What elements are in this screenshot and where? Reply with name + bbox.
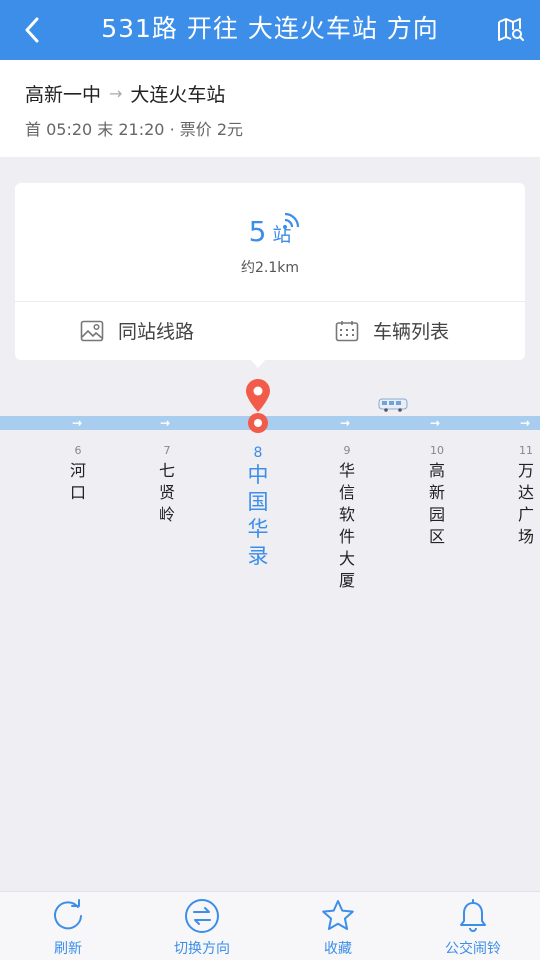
station-item[interactable]: 9 华信软件大厦 — [335, 444, 359, 592]
bus-alarm-label: 公交闹铃 — [413, 938, 533, 958]
station-name: 万达广场 — [514, 460, 538, 548]
location-pin-icon — [244, 379, 272, 413]
vehicle-list-button[interactable]: 车辆列表 — [335, 301, 449, 360]
current-station-marker — [248, 413, 268, 433]
refresh-icon — [50, 898, 86, 934]
station-index: 10 — [425, 444, 449, 458]
map-button[interactable] — [494, 13, 528, 47]
direction-arrow: → — [430, 416, 440, 430]
station-name: 华信软件大厦 — [335, 460, 359, 592]
station-item-current[interactable]: 8 中国华录 — [244, 444, 272, 570]
switch-direction-button[interactable]: 切换方向 — [142, 892, 262, 960]
realtime-signal-icon — [281, 209, 303, 231]
image-map-icon — [80, 320, 104, 342]
station-index: 7 — [155, 444, 179, 458]
station-item[interactable]: 6 河口 — [66, 444, 90, 504]
route-origin: 高新一中 — [25, 80, 101, 107]
direction-arrow: → — [340, 416, 350, 430]
route-arrow: → — [109, 84, 122, 103]
top-bar: 531路 开往 大连火车站 方向 — [0, 0, 540, 60]
chevron-left-icon — [24, 17, 40, 43]
direction-arrow: → — [160, 416, 170, 430]
switch-direction-label: 切换方向 — [142, 938, 262, 958]
station-item[interactable]: 11 万达广场 — [514, 444, 538, 548]
page-title: 531路 开往 大连火车站 方向 — [60, 0, 480, 60]
station-name: 河口 — [66, 460, 90, 504]
same-station-routes-button[interactable]: 同站线路 — [80, 301, 194, 360]
station-index: 9 — [335, 444, 359, 458]
direction-arrow: → — [520, 416, 530, 430]
calendar-icon — [335, 320, 359, 342]
back-button[interactable] — [14, 12, 50, 48]
card-pointer — [249, 358, 267, 368]
refresh-label: 刷新 — [8, 938, 128, 958]
distance-text: 约2.1km — [15, 257, 525, 277]
station-index: 6 — [66, 444, 90, 458]
route-schedule: 首 05:20 末 21:20 · 票价 2元 — [25, 116, 243, 140]
bus-alarm-button[interactable]: 公交闹铃 — [413, 892, 533, 960]
route-info-panel: 高新一中 → 大连火车站 首 05:20 末 21:20 · 票价 2元 — [0, 60, 540, 157]
bus-icon — [378, 398, 408, 412]
vehicle-list-label: 车辆列表 — [373, 317, 449, 344]
station-name: 高新园区 — [425, 460, 449, 548]
star-icon — [320, 898, 356, 934]
station-index: 8 — [244, 444, 272, 462]
same-station-routes-label: 同站线路 — [118, 317, 194, 344]
arrival-card: 5站 约2.1km 同站线路 车辆列表 — [15, 183, 525, 360]
stops-away: 5站 — [15, 215, 525, 248]
route-track: → → → → → — [0, 416, 540, 430]
favorite-button[interactable]: 收藏 — [278, 892, 398, 960]
stops-count: 5 — [249, 215, 267, 248]
station-name: 中国华录 — [244, 462, 272, 570]
station-index: 11 — [514, 444, 538, 458]
station-item[interactable]: 7 七贤岭 — [155, 444, 179, 526]
swap-arrows-icon — [184, 898, 220, 934]
bell-icon — [455, 898, 491, 934]
bottom-toolbar: 刷新 切换方向 收藏 公交闹铃 — [0, 891, 540, 960]
refresh-button[interactable]: 刷新 — [8, 892, 128, 960]
favorite-label: 收藏 — [278, 938, 398, 958]
map-search-icon — [497, 17, 525, 43]
route-endpoints: 高新一中 → 大连火车站 — [25, 80, 225, 107]
station-item[interactable]: 10 高新园区 — [425, 444, 449, 548]
station-name: 七贤岭 — [155, 460, 179, 526]
direction-arrow: → — [72, 416, 82, 430]
route-destination: 大连火车站 — [130, 80, 225, 107]
